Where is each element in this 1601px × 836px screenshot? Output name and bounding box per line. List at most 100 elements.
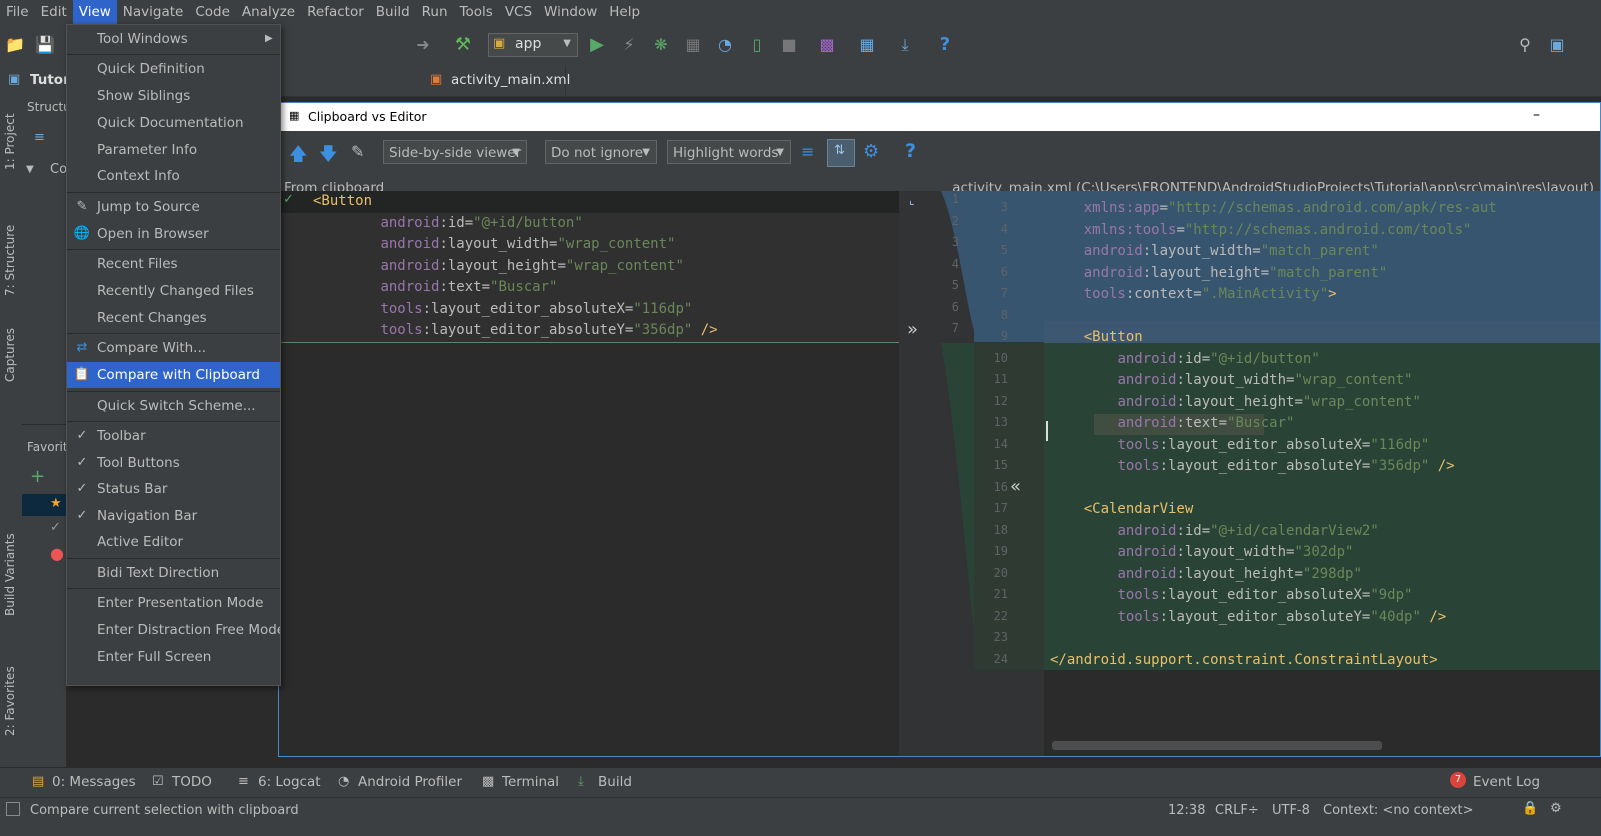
edit-source-icon[interactable]: ✎ xyxy=(351,142,364,161)
debug-icon[interactable]: ❋ xyxy=(650,34,672,56)
menu-item-quick-definition[interactable]: Quick DefinitionCtrl+Mayús+I xyxy=(67,56,280,82)
menu-edit[interactable]: Edit xyxy=(35,0,73,24)
apply-right-icon[interactable]: » xyxy=(907,319,918,340)
revert-left-icon[interactable]: « xyxy=(1010,476,1021,497)
menu-item-quick-switch-scheme[interactable]: Quick Switch Scheme...Ct xyxy=(67,393,280,419)
chevron-down-icon[interactable]: ▼ xyxy=(26,164,34,175)
structure-panel: Structu ≡ ▼ Co Favorit + ★ ✓ ● xyxy=(22,96,71,786)
highlight-mode-select[interactable]: Highlight words ▼ xyxy=(667,140,791,164)
settings-gear-icon[interactable]: ⚙ xyxy=(863,141,879,162)
attach-debugger-icon[interactable]: ▯ xyxy=(746,34,768,56)
editor-tab-activity-main[interactable]: ▣ activity_main.xml xyxy=(420,66,570,96)
menu-item-toolbar[interactable]: ✓ Toolbar xyxy=(67,423,280,449)
make-project-icon[interactable]: ⚒ xyxy=(452,34,474,56)
run-config-label: app xyxy=(515,36,542,52)
right-diff-pane[interactable]: « 3 4 5 6 7 8 9 10 11 12 13 14 15 16 17 18 19 20 21 22 23 24 … xyxy=(974,191,1600,756)
menu-item-enter-distraction-free-mode[interactable]: Enter Distraction Free Mode xyxy=(67,617,280,643)
menu-item-compare-with-clipboard[interactable]: 📋 Compare with Clipboard xyxy=(67,362,280,388)
menu-tools[interactable]: Tools xyxy=(454,0,499,24)
menu-item-tool-windows[interactable]: Tool Windows ▶ xyxy=(67,26,280,52)
menu-separator xyxy=(67,249,280,250)
line-number: 4 xyxy=(1000,221,1008,236)
previous-difference-icon[interactable]: 🡅 xyxy=(289,142,308,172)
notifications-icon[interactable]: ⚙ xyxy=(1550,801,1562,816)
caret-position[interactable]: 12:38 xyxy=(1168,803,1205,818)
menu-item-jump-to-source[interactable]: ✎ Jump to Source xyxy=(67,194,280,220)
menu-separator xyxy=(67,192,280,193)
viewer-mode-select[interactable]: Side-by-side viewer ▼ xyxy=(383,140,527,164)
menu-separator xyxy=(67,391,280,392)
menu-item-enter-full-screen[interactable]: Enter Full Screen xyxy=(67,644,280,670)
file-encoding[interactable]: UTF-8 xyxy=(1272,803,1310,818)
collapse-unchanged-icon[interactable]: ≡ xyxy=(801,142,814,161)
menu-navigate[interactable]: Navigate xyxy=(117,0,190,24)
menu-item-recently-changed-files[interactable]: Recently Changed Files xyxy=(67,278,280,304)
stop-icon[interactable]: ■ xyxy=(778,34,800,56)
avd-manager-icon[interactable]: ▩ xyxy=(816,34,838,56)
menu-analyze[interactable]: Analyze xyxy=(236,0,301,24)
line-separator[interactable]: CRLF÷ xyxy=(1215,803,1259,818)
menu-item-quick-documentation[interactable]: Quick Documentation xyxy=(67,110,280,136)
coverage-icon[interactable]: ▦ xyxy=(682,34,704,56)
menu-item-context-info[interactable]: Context Info xyxy=(67,163,280,189)
diff-toolbar: 🡅 🡇 ✎ Side-by-side viewer ▼ Do not ignore… xyxy=(279,131,1600,177)
menu-item-bidi-text-direction[interactable]: Bidi Text Direction xyxy=(67,560,280,586)
menu-item-open-in-browser[interactable]: 🌐 Open in Browser xyxy=(67,221,280,247)
open-folder-icon[interactable]: 📁 xyxy=(4,34,26,56)
sdk-manager-icon[interactable]: ⤓ xyxy=(894,34,916,56)
minimize-button[interactable]: – xyxy=(1533,107,1540,123)
ignore-whitespace-select[interactable]: Do not ignore ▼ xyxy=(545,140,657,164)
align-icon[interactable]: ⌞ xyxy=(909,193,915,207)
menu-item-compare-with[interactable]: ⇄ Compare With... xyxy=(67,335,280,361)
save-icon[interactable]: 💾 xyxy=(34,34,56,56)
breadcrumb-project[interactable]: Tutor xyxy=(30,72,70,88)
forward-arrow-icon[interactable]: ➜ xyxy=(412,34,434,56)
menu-item-tool-buttons[interactable]: ✓ Tool Buttons xyxy=(67,450,280,476)
menu-window[interactable]: Window xyxy=(538,0,603,24)
tab-structure[interactable]: 7: Structure xyxy=(0,206,22,296)
update-icon[interactable]: ▣ xyxy=(1546,34,1568,56)
menu-item-parameter-info[interactable]: Parameter Info xyxy=(67,137,280,163)
lock-icon[interactable]: 🔒 xyxy=(1522,801,1538,816)
menu-view[interactable]: View xyxy=(72,0,117,24)
menu-item-recent-files[interactable]: Recent Files xyxy=(67,251,280,277)
menu-item-recent-changes[interactable]: Recent Changes xyxy=(67,305,280,331)
menu-item-navigation-bar[interactable]: ✓ Navigation Bar xyxy=(67,503,280,529)
structure-item[interactable]: Co xyxy=(50,162,67,177)
menu-item-status-bar[interactable]: ✓ Status Bar xyxy=(67,476,280,502)
add-icon[interactable]: + xyxy=(30,466,45,487)
help-icon[interactable]: ? xyxy=(934,34,956,56)
app-module-icon: ▣ xyxy=(493,36,506,51)
project-structure-icon[interactable]: ▦ xyxy=(856,34,878,56)
menu-build[interactable]: Build xyxy=(370,0,416,24)
synchronize-scroll-toggle[interactable]: ⇅ xyxy=(827,139,855,167)
menu-item-active-editor[interactable]: Active Editor xyxy=(67,529,280,555)
menu-item-enter-presentation-mode[interactable]: Enter Presentation Mode xyxy=(67,590,280,616)
help-icon[interactable]: ? xyxy=(905,140,916,162)
menu-help[interactable]: Help xyxy=(603,0,646,24)
menu-refactor[interactable]: Refactor xyxy=(301,0,370,24)
status-toggle-icon[interactable] xyxy=(6,802,20,816)
line-number: 6 xyxy=(951,299,959,314)
menu-item-show-siblings[interactable]: Show Siblings xyxy=(67,83,280,109)
tab-project[interactable]: 1: Project xyxy=(0,108,22,188)
menu-code[interactable]: Code xyxy=(189,0,236,24)
search-icon[interactable]: ⚲ xyxy=(1514,34,1536,56)
menu-separator xyxy=(67,54,280,55)
collapse-all-icon[interactable]: ≡ xyxy=(34,130,45,145)
tab-build-variants[interactable]: Build Variants xyxy=(0,533,22,636)
tab-favorites[interactable]: 2: Favorites xyxy=(0,666,22,766)
next-difference-icon[interactable]: 🡇 xyxy=(319,142,338,172)
context-indicator[interactable]: Context: <no context> xyxy=(1323,803,1474,818)
event-log-button[interactable]: Event Log xyxy=(1473,774,1540,790)
profile-icon[interactable]: ◔ xyxy=(714,34,736,56)
menu-file[interactable]: File xyxy=(0,0,35,24)
run-config-selector[interactable]: ▣ app ▼ xyxy=(488,33,578,57)
run-icon[interactable]: ▶ xyxy=(586,34,608,56)
tab-captures[interactable]: Captures xyxy=(0,322,22,402)
horizontal-scrollbar[interactable] xyxy=(1052,741,1382,750)
apply-changes-icon[interactable]: ⚡ xyxy=(618,34,640,56)
menu-run[interactable]: Run xyxy=(416,0,454,24)
left-diff-pane[interactable]: ✓ <Button android:id="@+id/button" andro… xyxy=(279,191,899,756)
menu-vcs[interactable]: VCS xyxy=(499,0,538,24)
